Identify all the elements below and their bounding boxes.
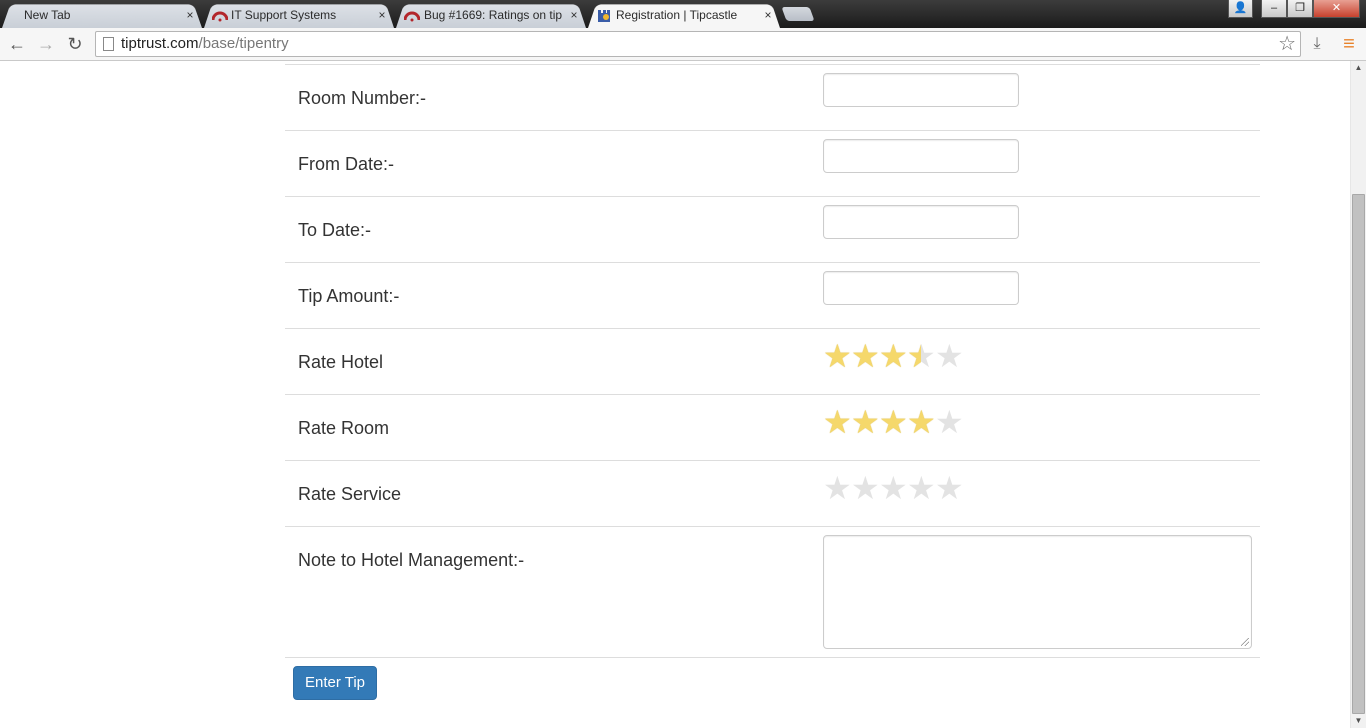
form-row-tip-amount: Tip Amount:- [285,263,1260,329]
from-date-label: From Date:- [298,154,395,174]
bookmark-star-icon[interactable]: ☆ [1278,32,1296,56]
room-number-input[interactable] [823,73,1019,107]
star-fill: ★ [879,341,907,371]
star-icon[interactable]: ★★ [823,406,852,438]
vertical-scrollbar[interactable]: ▲ ▼ [1350,61,1366,728]
tab-title: IT Support Systems [231,8,337,22]
close-tab-icon[interactable]: × [376,4,388,26]
close-tab-icon[interactable]: × [762,4,774,26]
form-row-rate-service: Rate Service ★ ★ ★ ★ ★ [285,461,1260,527]
browser-toolbar: ← → ↻ tiptrust.com/base/tipentry ☆ ⤓ ≡ [0,28,1366,61]
enter-tip-button[interactable]: Enter Tip [293,666,377,700]
star-icon[interactable]: ★ [935,406,964,438]
star-fill: ★ [907,407,935,437]
tab-it-support[interactable]: IT Support Systems × [204,2,394,28]
minimize-button[interactable]: ‒ [1261,0,1287,18]
close-window-button[interactable]: ✕ [1313,0,1360,18]
tab-new-tab[interactable]: New Tab × [2,2,202,28]
star-icon[interactable]: ★★ [851,340,880,372]
star-icon[interactable]: ★★ [907,340,936,372]
tab-title: Registration | Tipcastle [616,8,738,22]
redmine-icon [211,7,229,23]
page-icon [103,37,114,51]
reload-button[interactable]: ↻ [63,32,87,56]
download-icon[interactable]: ⤓ [1305,32,1329,56]
scroll-up-arrow-icon[interactable]: ▲ [1351,61,1366,75]
form-row-note: Note to Hotel Management:- [285,527,1260,658]
star-icon[interactable]: ★★ [879,340,908,372]
star-icon[interactable]: ★★ [851,406,880,438]
tab-title: New Tab [24,8,71,22]
close-tab-icon[interactable]: × [184,4,196,26]
star-icon[interactable]: ★ [851,472,880,504]
tip-amount-input[interactable] [823,271,1019,305]
browser-title-bar: New Tab × IT Support Systems × Bug #1669… [0,0,1366,28]
rate-service-stars[interactable]: ★ ★ ★ ★ ★ [823,472,964,504]
new-tab-button[interactable] [781,7,815,21]
tab-title: Bug #1669: Ratings on tip [424,8,563,22]
profile-icon[interactable]: 👤 [1228,0,1253,18]
star-fill: ★ [851,407,879,437]
tipcastle-icon [596,7,612,23]
to-date-label: To Date:- [298,220,372,240]
resize-handle[interactable] [1241,638,1249,646]
star-icon[interactable]: ★ [935,472,964,504]
rate-hotel-label: Rate Hotel [298,352,384,372]
star-icon[interactable]: ★★ [879,406,908,438]
rate-room-stars[interactable]: ★ ★ ★ ★ ★ ★ ★ ★ ★ [823,406,964,438]
star-fill: ★ [879,407,907,437]
form-row-rate-room: Rate Room ★ ★ ★ ★ ★ ★ ★ ★ ★ [285,395,1260,461]
form-row-room-number: Room Number:- [285,65,1260,131]
redmine-icon [403,7,421,23]
rate-service-label: Rate Service [298,484,402,504]
star-fill: ★ [823,407,851,437]
star-fill: ★ [907,341,921,371]
note-label: Note to Hotel Management:- [298,550,525,570]
tip-amount-label: Tip Amount:- [298,286,400,306]
star-icon[interactable]: ★ [879,472,908,504]
note-textarea[interactable] [823,535,1252,649]
url-text[interactable]: tiptrust.com/base/tipentry [121,32,289,56]
scroll-down-arrow-icon[interactable]: ▼ [1351,714,1366,728]
star-icon[interactable]: ★★ [907,406,936,438]
scrollbar-thumb[interactable] [1352,194,1365,714]
menu-icon[interactable]: ≡ [1337,32,1361,56]
close-tab-icon[interactable]: × [568,4,580,26]
tab-registration[interactable]: Registration | Tipcastle × [588,2,780,28]
to-date-input[interactable] [823,205,1019,239]
address-bar[interactable]: tiptrust.com/base/tipentry ☆ [95,31,1301,57]
star-icon[interactable]: ★★ [823,340,852,372]
star-icon[interactable]: ★ [935,340,964,372]
star-fill: ★ [823,341,851,371]
star-icon[interactable]: ★ [907,472,936,504]
page-content: Room Number:- From Date:- To Date:- Tip … [0,61,1350,728]
tab-bug-1669[interactable]: Bug #1669: Ratings on tip × [396,2,586,28]
rate-room-label: Rate Room [298,418,390,438]
from-date-input[interactable] [823,139,1019,173]
form-row-rate-hotel: Rate Hotel ★★★★★★★★★ [285,329,1260,395]
restore-button[interactable]: ❐ [1287,0,1313,18]
forward-button[interactable]: → [34,32,58,56]
rate-hotel-stars[interactable]: ★★★★★★★★★ [823,340,964,372]
form-row-from-date: From Date:- [285,131,1260,197]
back-button[interactable]: ← [5,32,29,56]
star-icon[interactable]: ★ [823,472,852,504]
room-number-label: Room Number:- [298,88,427,108]
star-fill: ★ [851,341,879,371]
form-row-to-date: To Date:- [285,197,1260,263]
